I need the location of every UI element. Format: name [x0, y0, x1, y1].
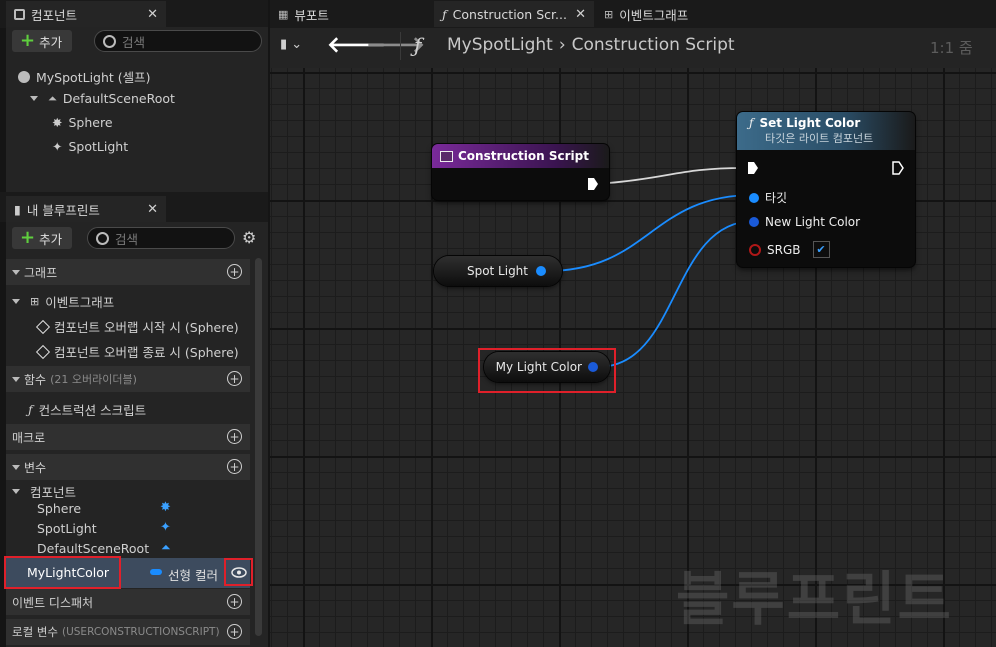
target-wire — [545, 194, 755, 272]
exec-out-pin-icon[interactable] — [892, 161, 904, 175]
node-header: ƒ Set Light Color 타깃은 라이트 컴포넌트 — [737, 112, 915, 150]
color-wire — [597, 220, 755, 368]
exec-out-pin-icon[interactable] — [587, 177, 599, 191]
pin-label: New Light Color — [765, 215, 861, 229]
node-title: Construction Script — [458, 149, 589, 163]
var-node-label: Spot Light — [466, 264, 528, 278]
construction-script-node[interactable]: Construction Script — [432, 144, 609, 200]
target-pin[interactable]: 타깃 — [749, 189, 787, 206]
bool-pin-icon — [749, 243, 761, 256]
struct-pin-icon — [749, 217, 759, 227]
srgb-pin[interactable]: SRGB ✔ — [749, 241, 830, 258]
pin-label: 타깃 — [765, 191, 788, 205]
wires-layer — [545, 167, 755, 368]
node-header: Construction Script — [432, 144, 609, 168]
object-pin-icon — [749, 192, 759, 203]
new-light-color-pin[interactable]: New Light Color — [749, 215, 860, 229]
pin-label: SRGB — [767, 242, 801, 257]
function-icon: ƒ — [749, 116, 754, 130]
set-light-color-node[interactable]: ƒ Set Light Color 타깃은 라이트 컴포넌트 타깃 New Li… — [737, 112, 915, 267]
spot-light-var-node[interactable]: Spot Light — [434, 256, 562, 286]
object-pin-icon[interactable] — [536, 266, 546, 276]
node-title: Set Light Color — [759, 116, 861, 130]
highlight-box — [478, 348, 616, 393]
srgb-checkbox[interactable]: ✔ — [812, 241, 830, 258]
node-subtitle: 타깃은 라이트 컴포넌트 — [765, 132, 874, 145]
graph-watermark: 블루프린트 — [676, 565, 953, 633]
exec-wire — [607, 167, 745, 184]
exec-in-pin-icon[interactable] — [747, 161, 759, 175]
event-node-icon — [440, 150, 453, 162]
